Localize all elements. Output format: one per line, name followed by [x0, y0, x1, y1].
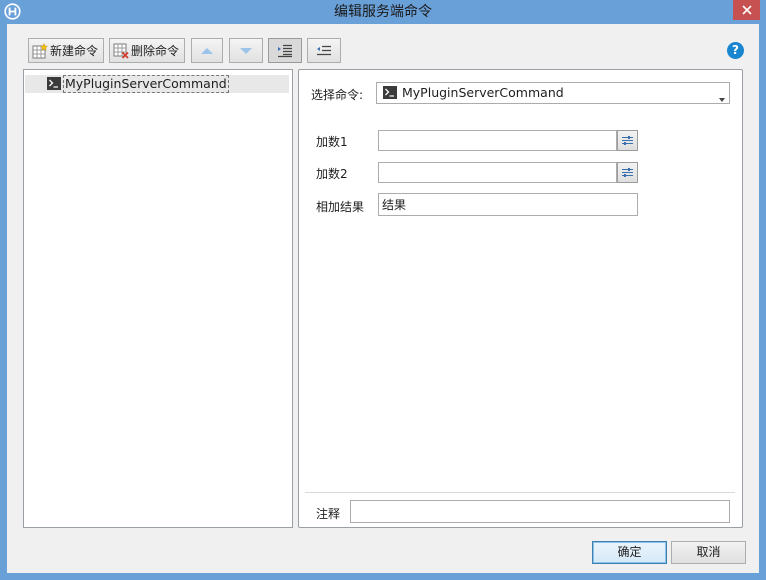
close-button[interactable] [733, 0, 760, 20]
command-select-value: MyPluginServerCommand [402, 85, 564, 100]
move-down-button[interactable] [229, 38, 263, 63]
comment-label: 注释 [316, 507, 341, 521]
outdent-button[interactable] [307, 38, 341, 63]
new-command-label: 新建命令 [50, 44, 99, 58]
divider [305, 492, 735, 493]
arrow-up-icon [201, 47, 213, 54]
delete-command-icon [113, 43, 129, 59]
window-title: 编辑服务端命令 [334, 4, 432, 20]
help-icon[interactable]: ? [727, 42, 744, 59]
terminal-icon [383, 86, 397, 102]
addend1-formula-button[interactable] [617, 130, 638, 151]
close-icon [741, 5, 752, 15]
addend2-input[interactable] [378, 162, 617, 183]
arrow-down-icon [240, 47, 252, 54]
comment-input[interactable] [350, 500, 730, 523]
sliders-icon [622, 168, 633, 177]
terminal-icon [47, 77, 61, 93]
new-command-button[interactable]: 新建命令 [28, 38, 104, 63]
addend1-input[interactable] [378, 130, 617, 151]
delete-command-button[interactable]: 删除命令 [109, 38, 185, 63]
addend2-label: 加数2 [316, 167, 348, 181]
indent-button[interactable] [268, 38, 302, 63]
new-command-icon [32, 42, 48, 58]
ok-button[interactable]: 确定 [592, 541, 667, 564]
sum-result-input[interactable] [378, 193, 638, 216]
outdent-icon [317, 45, 331, 55]
cancel-button[interactable]: 取消 [671, 541, 746, 564]
chevron-down-icon[interactable] [719, 91, 725, 105]
command-tree-panel [23, 69, 293, 528]
tree-item-label[interactable]: MyPluginServerCommand [63, 75, 229, 93]
move-up-button[interactable] [191, 38, 223, 63]
select-command-label: 选择命令: [311, 88, 364, 102]
addend2-formula-button[interactable] [617, 162, 638, 183]
sliders-icon [622, 136, 633, 145]
delete-command-label: 删除命令 [131, 44, 180, 58]
indent-icon [278, 44, 292, 57]
sum-result-label: 相加结果 [316, 200, 365, 214]
addend1-label: 加数1 [316, 135, 348, 149]
command-select[interactable]: MyPluginServerCommand [376, 82, 730, 104]
